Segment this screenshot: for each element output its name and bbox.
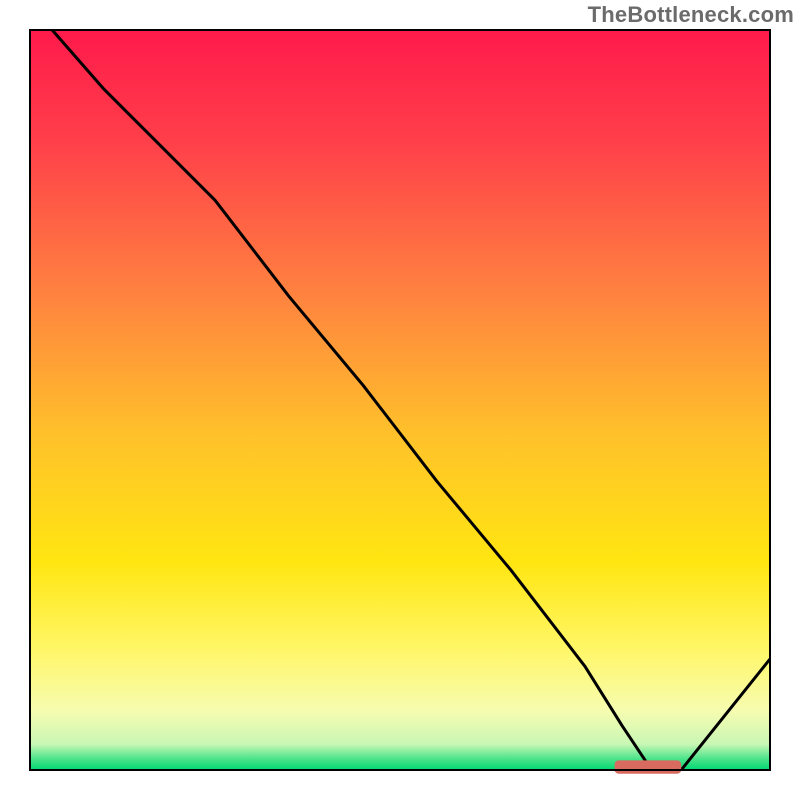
chart-container: TheBottleneck.com bbox=[0, 0, 800, 800]
watermark-text: TheBottleneck.com bbox=[588, 2, 794, 28]
plot-area bbox=[30, 30, 770, 774]
gradient-background bbox=[30, 30, 770, 770]
bottleneck-marker bbox=[615, 760, 682, 773]
bottleneck-chart bbox=[0, 0, 800, 800]
